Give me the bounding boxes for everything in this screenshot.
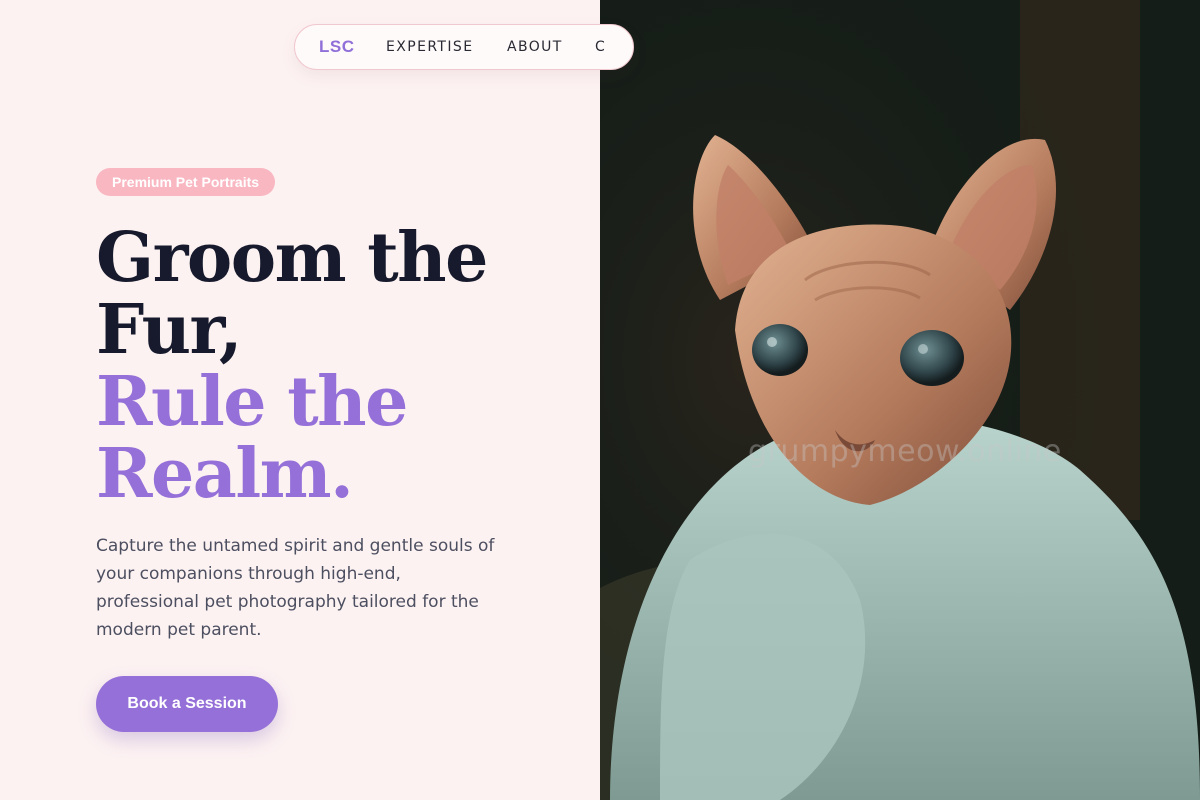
headline-line-1: Groom the <box>96 218 488 298</box>
headline-accent-line-1: Rule the <box>96 362 408 442</box>
headline-line-2: Fur, <box>96 290 243 370</box>
nav-link-expertise[interactable]: EXPERTISE <box>386 39 473 55</box>
book-session-button[interactable]: Book a Session <box>96 676 278 732</box>
cat-left-eye <box>752 324 808 376</box>
hero-headline: Groom the Fur, Rule the Realm. <box>96 218 488 514</box>
right-eye-highlight <box>918 344 928 354</box>
hero-left-panel: Premium Pet Portraits Groom the Fur, Rul… <box>0 0 600 800</box>
premium-badge: Premium Pet Portraits <box>96 168 276 196</box>
left-eye-highlight <box>767 337 777 347</box>
top-navigation: LSC EXPERTISE ABOUT C <box>294 24 634 70</box>
nav-link-about[interactable]: ABOUT <box>507 39 563 55</box>
cat-right-eye <box>900 330 964 386</box>
hero-description: Capture the untamed spirit and gentle so… <box>96 536 495 640</box>
watermark-text: grumpymeow.online <box>748 434 1062 469</box>
cat-photo <box>600 0 1200 800</box>
headline-accent-line-2: Realm. <box>96 434 354 514</box>
hero-photo: grumpymeow.online <box>600 0 1200 800</box>
nav-link-contact[interactable]: C <box>595 39 606 55</box>
brand-logo[interactable]: LSC <box>319 37 355 57</box>
